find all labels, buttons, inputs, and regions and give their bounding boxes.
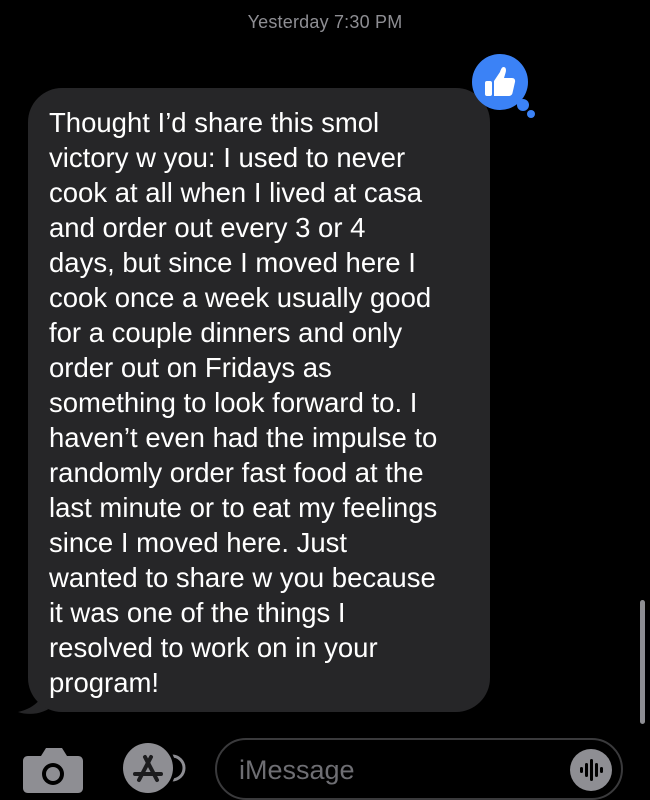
thumbs-up-icon[interactable] bbox=[468, 54, 540, 120]
incoming-message-bubble[interactable]: Thought I’d share this smol victory w yo… bbox=[28, 88, 490, 712]
imessage-input[interactable]: iMessage bbox=[215, 738, 623, 800]
message-timestamp: Yesterday 7:30 PM bbox=[247, 12, 403, 32]
message-text: Thought I’d share this smol victory w yo… bbox=[49, 107, 438, 698]
scroll-indicator[interactable] bbox=[640, 600, 645, 724]
app-store-icon[interactable] bbox=[118, 740, 188, 796]
input-placeholder: iMessage bbox=[239, 755, 355, 785]
message-bubble-container[interactable]: Thought I’d share this smol victory w yo… bbox=[16, 88, 494, 718]
voice-waveform-icon[interactable] bbox=[569, 748, 613, 792]
camera-icon[interactable] bbox=[22, 744, 84, 794]
messages-screen: Yesterday 7:30 PM Thought I’d share this… bbox=[0, 0, 650, 800]
